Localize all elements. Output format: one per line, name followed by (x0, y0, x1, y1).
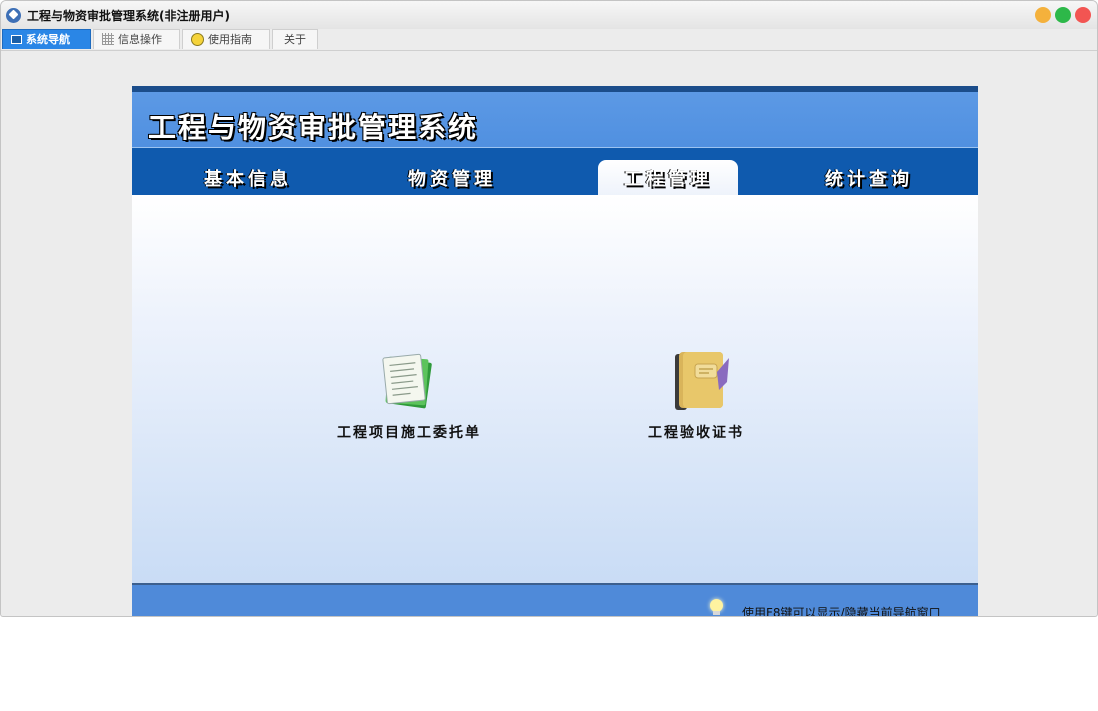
monitor-icon (11, 34, 22, 44)
maximize-button[interactable] (1055, 7, 1071, 23)
tab-about[interactable]: 关于 (272, 29, 318, 49)
nav-project-management[interactable]: 工程管理 (598, 160, 738, 195)
project-acceptance-certificate-item[interactable]: 工程验收证书 (648, 350, 744, 442)
lightbulb-icon (710, 599, 723, 615)
item-label: 工程项目施工委托单 (337, 425, 481, 441)
notebook-icon (675, 352, 729, 410)
panel-footer: 使用F8键可以显示/隐藏当前导航窗口 (132, 583, 978, 617)
footer-tip: 使用F8键可以显示/隐藏当前导航窗口 (742, 606, 941, 617)
tab-label: 使用指南 (208, 33, 252, 46)
tab-user-guide[interactable]: 使用指南 (182, 29, 270, 49)
close-button[interactable] (1075, 7, 1091, 23)
app-logo-icon (6, 8, 21, 23)
tab-info-operation[interactable]: 信息操作 (93, 29, 180, 49)
module-content: 工程项目施工委托单 工程验收证书 (132, 195, 978, 583)
tab-bar: 系统导航 信息操作 使用指南 关于 (1, 29, 1097, 51)
project-construction-order-item[interactable]: 工程项目施工委托单 (337, 350, 481, 442)
nav-basic-info[interactable]: 基本信息 (178, 160, 318, 195)
tab-label: 信息操作 (118, 33, 162, 46)
navigation-panel: 工程与物资审批管理系统 基本信息 物资管理 工程管理 统计查询 工程项目施工委托… (132, 86, 978, 617)
item-label: 工程验收证书 (648, 425, 744, 441)
system-banner: 工程与物资审批管理系统 (132, 92, 978, 148)
tab-label: 关于 (284, 33, 306, 46)
documents-icon (382, 353, 432, 409)
app-window: 工程与物资审批管理系统(非注册用户) 系统导航 信息操作 使用指南 关于 工程与… (0, 0, 1098, 617)
lightbulb-icon (191, 32, 204, 46)
window-title: 工程与物资审批管理系统(非注册用户) (27, 9, 230, 23)
nav-statistics-query[interactable]: 统计查询 (799, 160, 939, 195)
module-nav: 基本信息 物资管理 工程管理 统计查询 (132, 148, 978, 195)
grid-icon (102, 33, 114, 45)
tab-system-navigation[interactable]: 系统导航 (2, 29, 91, 49)
tab-label: 系统导航 (26, 33, 70, 46)
title-bar: 工程与物资审批管理系统(非注册用户) (1, 1, 1097, 29)
minimize-button[interactable] (1035, 7, 1051, 23)
nav-material-management[interactable]: 物资管理 (382, 160, 522, 195)
system-title: 工程与物资审批管理系统 (148, 111, 479, 144)
